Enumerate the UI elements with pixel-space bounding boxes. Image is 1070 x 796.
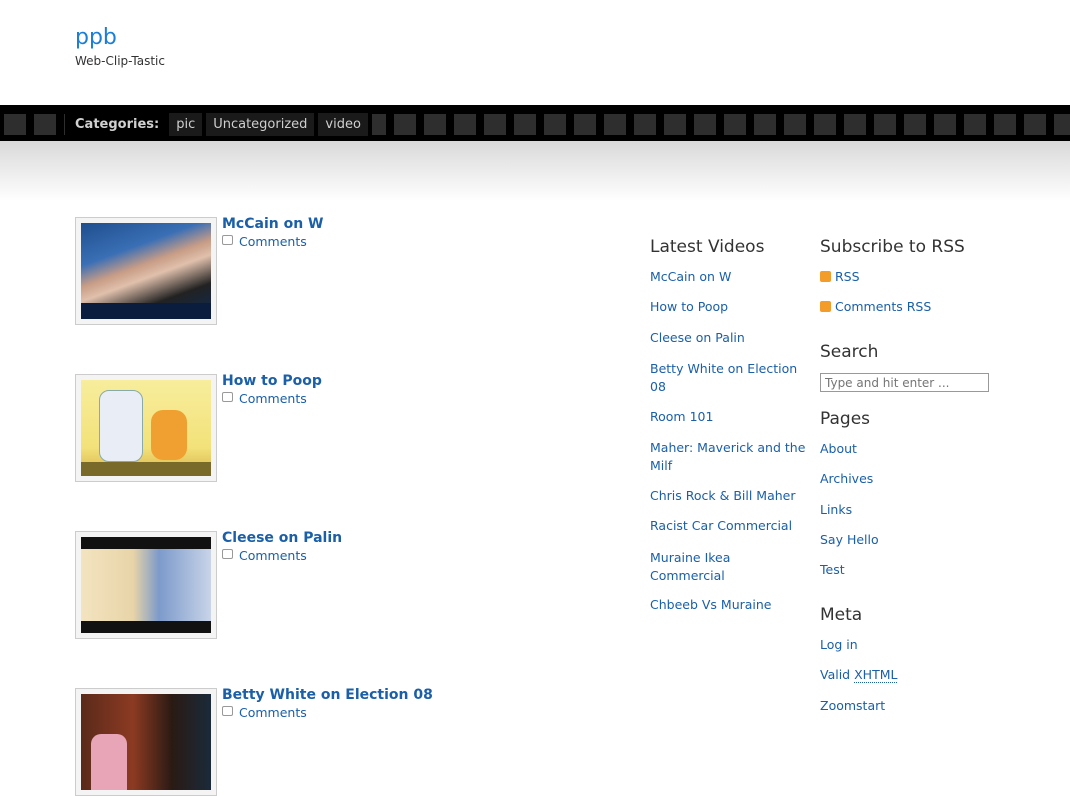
site-tagline: Web-Clip-Tastic <box>75 54 165 68</box>
category-video[interactable]: video <box>318 113 368 136</box>
site-header: ppb Web-Clip-Tastic <box>75 24 165 68</box>
zoomstart-link[interactable]: Zoomstart <box>820 698 885 713</box>
page-link-about[interactable]: About <box>820 441 857 456</box>
comments-rss-link[interactable]: Comments RSS <box>835 299 931 314</box>
page-link-links[interactable]: Links <box>820 502 852 517</box>
comments-rss-row: Comments RSS <box>820 299 931 314</box>
page-link-archives[interactable]: Archives <box>820 471 873 486</box>
valid-xhtml-row: Valid XHTML <box>820 667 898 683</box>
post-comments: Comments <box>222 548 307 563</box>
page-link-test[interactable]: Test <box>820 562 845 577</box>
post-title[interactable]: How to Poop <box>222 373 322 389</box>
post-title[interactable]: McCain on W <box>222 216 324 232</box>
comments-link[interactable]: Comments <box>239 548 307 563</box>
xhtml-abbr[interactable]: XHTML <box>854 667 898 683</box>
rss-icon <box>820 301 831 312</box>
latest-videos-heading: Latest Videos <box>650 237 765 257</box>
categories-menu: Categories: pic Uncategorized video <box>65 113 372 136</box>
comments-link[interactable]: Comments <box>239 705 307 720</box>
video-thumbnail-image <box>81 223 211 319</box>
post-thumbnail[interactable] <box>75 688 217 796</box>
post-comments: Comments <box>222 705 307 720</box>
subscribe-heading: Subscribe to RSS <box>820 237 965 257</box>
latest-video-link[interactable]: Muraine Ikea Commercial <box>650 549 760 585</box>
category-pic[interactable]: pic <box>169 113 203 136</box>
video-thumbnail-image <box>81 380 211 476</box>
latest-video-link[interactable]: Room 101 <box>650 409 713 424</box>
categories-label: Categories: <box>75 117 160 132</box>
category-bar: Categories: pic Uncategorized video <box>0 105 1070 142</box>
latest-video-link[interactable]: Maher: Maverick and the Milf <box>650 439 810 475</box>
pages-heading: Pages <box>820 409 871 429</box>
search-input[interactable] <box>820 373 989 392</box>
latest-video-link[interactable]: Betty White on Election 08 <box>650 360 810 396</box>
latest-video-link[interactable]: Chris Rock & Bill Maher <box>650 488 796 503</box>
latest-video-link[interactable]: Racist Car Commercial <box>650 518 792 533</box>
post-comments: Comments <box>222 234 307 249</box>
valid-xhtml-link[interactable]: Valid <box>820 667 850 682</box>
meta-heading: Meta <box>820 605 863 625</box>
login-link[interactable]: Log in <box>820 637 858 652</box>
post-title[interactable]: Cleese on Palin <box>222 530 342 546</box>
video-thumbnail-image <box>81 537 211 633</box>
latest-video-link[interactable]: McCain on W <box>650 269 731 284</box>
rss-icon <box>820 271 831 282</box>
latest-video-link[interactable]: Cleese on Palin <box>650 330 745 345</box>
page-link-say-hello[interactable]: Say Hello <box>820 532 879 547</box>
comment-icon <box>222 392 233 402</box>
post-comments: Comments <box>222 391 307 406</box>
comments-link[interactable]: Comments <box>239 234 307 249</box>
comments-link[interactable]: Comments <box>239 391 307 406</box>
comment-icon <box>222 706 233 716</box>
post-thumbnail[interactable] <box>75 217 217 325</box>
search-heading: Search <box>820 342 879 362</box>
header-shadow <box>0 141 1070 201</box>
rss-link[interactable]: RSS <box>835 269 860 284</box>
site-title[interactable]: ppb <box>75 24 165 52</box>
latest-video-link[interactable]: Chbeeb Vs Muraine <box>650 597 772 612</box>
rss-row: RSS <box>820 269 860 284</box>
comment-icon <box>222 549 233 559</box>
post-thumbnail[interactable] <box>75 531 217 639</box>
post-title[interactable]: Betty White on Election 08 <box>222 687 433 703</box>
latest-video-link[interactable]: How to Poop <box>650 299 728 314</box>
latest-videos-widget: Latest Videos <box>650 237 810 257</box>
post-thumbnail[interactable] <box>75 374 217 482</box>
video-thumbnail-image <box>81 694 211 790</box>
comment-icon <box>222 235 233 245</box>
category-uncategorized[interactable]: Uncategorized <box>206 113 315 136</box>
